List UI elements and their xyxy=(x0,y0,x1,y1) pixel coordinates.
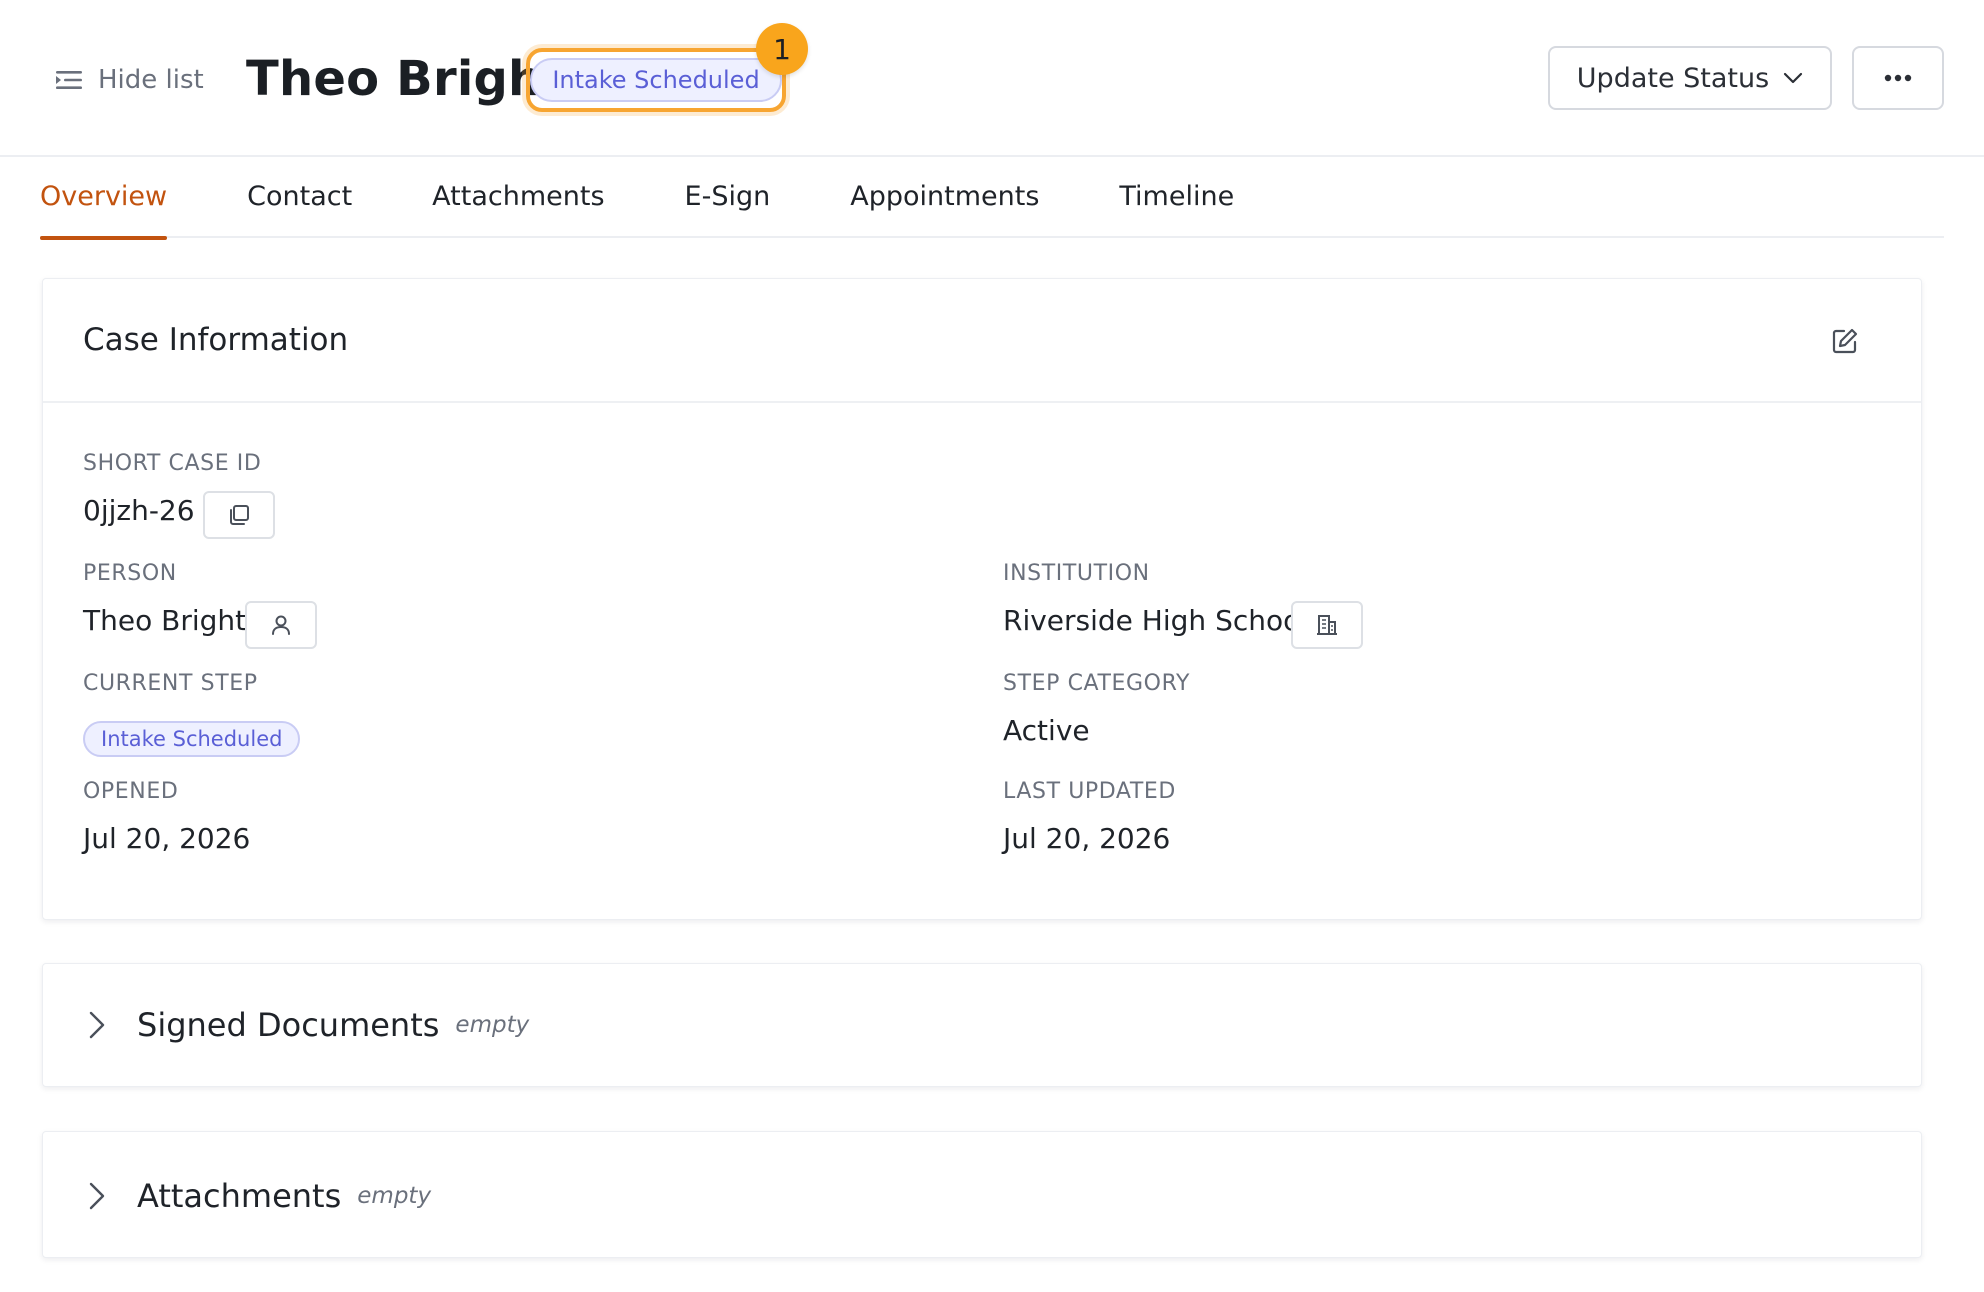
case-information-header: Case Information xyxy=(43,279,1921,403)
short-case-id-value: 0jjzh-26 xyxy=(83,494,195,527)
copy-icon xyxy=(230,505,249,525)
status-highlight[interactable]: Intake Scheduled xyxy=(526,48,786,112)
case-information-card: Case Information SHORT CASE ID 0jjzh-26 … xyxy=(42,278,1922,920)
signed-documents-toggle[interactable]: Signed Documents empty xyxy=(43,964,1921,1086)
chevron-right-icon[interactable] xyxy=(87,1181,107,1211)
institution-value: Riverside High School xyxy=(1003,604,1309,637)
tab-bar: Overview Contact Attachments E-Sign Appo… xyxy=(40,172,1944,240)
status-badge[interactable]: Intake Scheduled xyxy=(530,58,782,102)
tab-contact[interactable]: Contact xyxy=(247,172,352,238)
attachments-title: Attachments xyxy=(137,1176,342,1215)
signed-documents-title: Signed Documents xyxy=(137,1006,440,1044)
last-updated-label: LAST UPDATED xyxy=(1003,779,1176,804)
hide-list-label: Hide list xyxy=(98,65,204,95)
person-label: PERSON xyxy=(83,561,177,586)
attachments-card: Attachments empty xyxy=(42,1131,1922,1258)
attachments-toggle[interactable]: Attachments empty xyxy=(43,1132,1921,1259)
tab-appointments[interactable]: Appointments xyxy=(850,172,1039,238)
tab-attachments[interactable]: Attachments xyxy=(432,172,604,238)
step-category-value: Active xyxy=(1003,714,1090,747)
view-person-button[interactable] xyxy=(245,601,317,649)
step-category-label: STEP CATEGORY xyxy=(1003,671,1191,696)
more-horizontal-icon xyxy=(1884,74,1912,82)
building-icon xyxy=(1317,615,1337,635)
last-updated-value: Jul 20, 2026 xyxy=(1003,822,1171,855)
user-icon xyxy=(272,615,290,635)
copy-case-id-button[interactable] xyxy=(203,491,275,539)
attachments-empty-label: empty xyxy=(357,1182,432,1209)
chevron-down-icon xyxy=(1784,72,1803,84)
person-value: Theo Bright xyxy=(83,604,247,637)
notification-count-badge: 1 xyxy=(756,23,808,75)
update-status-label: Update Status xyxy=(1576,62,1770,94)
case-information-title: Case Information xyxy=(83,322,349,358)
short-case-id-label: SHORT CASE ID xyxy=(83,451,262,476)
more-actions-button[interactable] xyxy=(1852,46,1944,110)
edit-icon[interactable] xyxy=(1831,327,1859,355)
page-title: Theo Bright xyxy=(246,51,566,107)
signed-documents-card: Signed Documents empty xyxy=(42,963,1922,1087)
opened-label: OPENED xyxy=(83,779,179,804)
current-step-label: CURRENT STEP xyxy=(83,671,258,696)
tab-e-sign[interactable]: E-Sign xyxy=(685,172,771,238)
tab-overview[interactable]: Overview xyxy=(40,172,168,240)
view-institution-button[interactable] xyxy=(1291,601,1363,649)
chevron-right-icon[interactable] xyxy=(87,1010,107,1040)
tab-timeline[interactable]: Timeline xyxy=(1119,172,1234,238)
current-step-badge: Intake Scheduled xyxy=(83,721,301,757)
list-collapse-icon xyxy=(56,71,82,89)
signed-documents-empty-label: empty xyxy=(455,1012,530,1038)
hide-list-button[interactable]: Hide list xyxy=(56,60,204,100)
update-status-button[interactable]: Update Status xyxy=(1548,46,1832,110)
opened-value: Jul 20, 2026 xyxy=(83,822,251,855)
institution-label: INSTITUTION xyxy=(1003,561,1150,586)
page-header: Hide list Theo Bright Intake Scheduled 1… xyxy=(0,0,1984,157)
